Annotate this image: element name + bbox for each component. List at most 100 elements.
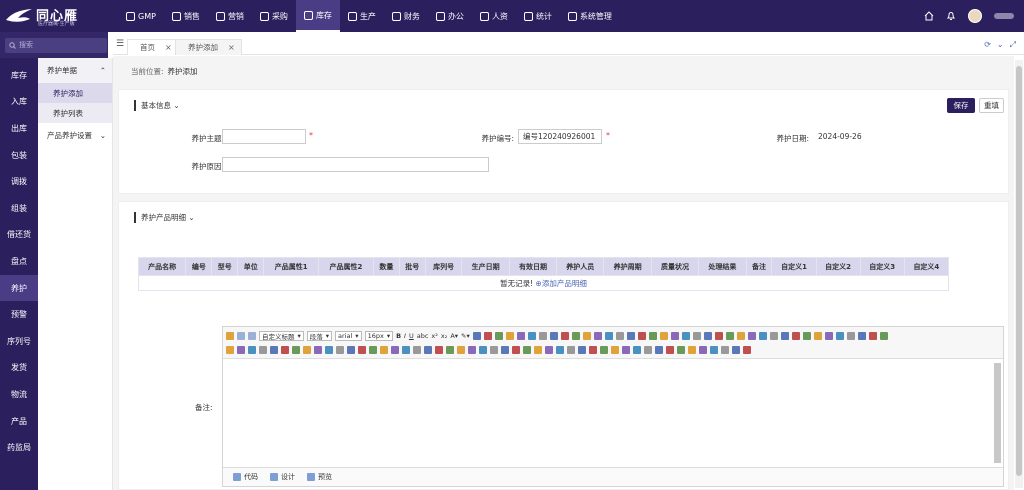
sidebar-item-9[interactable]: 预警 [0, 301, 38, 328]
close-icon[interactable]: × [228, 43, 235, 52]
toolbar-button-icon[interactable] [549, 332, 558, 340]
tab-home[interactable]: 首页 × [127, 39, 179, 55]
toolbar-button-icon[interactable] [868, 332, 877, 340]
nav-item-6[interactable]: 财务 [384, 0, 428, 32]
toolbar-button-icon[interactable] [303, 346, 311, 354]
toolbar-button-icon[interactable] [677, 346, 685, 354]
toolbar-button-icon[interactable] [600, 346, 608, 354]
nav-item-5[interactable]: 生产 [340, 0, 384, 32]
toolbar-button-icon[interactable] [692, 332, 701, 340]
sidebar-item-0[interactable]: 库存 [0, 62, 38, 89]
design-view-button[interactable]: 设计 [270, 472, 295, 482]
toolbar-button-icon[interactable] [666, 346, 674, 354]
sidebar-item-10[interactable]: 序列号 [0, 328, 38, 355]
subnav-group-product-maintenance-settings[interactable]: 产品养护设置 ⌄ [38, 123, 112, 148]
toolbar-button-icon[interactable] [248, 346, 256, 354]
toolbar-button-icon[interactable] [571, 332, 580, 340]
toolbar-button-icon[interactable] [769, 332, 778, 340]
toolbar-button-icon[interactable] [721, 346, 729, 354]
subject-input[interactable] [222, 129, 306, 144]
home-icon[interactable] [924, 11, 934, 21]
nav-item-3[interactable]: 采购 [252, 0, 296, 32]
toolbar-button-icon[interactable] [725, 332, 734, 340]
sidebar-item-5[interactable]: 组装 [0, 195, 38, 222]
username-blurred[interactable] [994, 13, 1014, 19]
toolbar-button-icon[interactable] [259, 346, 267, 354]
nav-item-9[interactable]: 统计 [516, 0, 560, 32]
toolbar-button-icon[interactable] [369, 346, 377, 354]
toolbar-button-icon[interactable] [710, 346, 718, 354]
toolbar-button-icon[interactable] [714, 332, 723, 340]
toolbar-button-icon[interactable] [732, 346, 740, 354]
nav-item-10[interactable]: 系统管理 [560, 0, 620, 32]
toolbar-button-icon[interactable] [846, 332, 855, 340]
editor-body[interactable] [223, 360, 1003, 468]
toolbar-button-icon[interactable] [791, 332, 800, 340]
toolbar-button-icon[interactable] [402, 346, 410, 354]
search-input[interactable]: 搜索 [5, 37, 107, 53]
highlight-icon[interactable]: ✎▾ [461, 332, 470, 340]
toolbar-button-icon[interactable] [688, 346, 696, 354]
toolbar-button-icon[interactable] [446, 346, 454, 354]
nav-item-0[interactable]: GMP [118, 0, 164, 32]
toolbar-button-icon[interactable] [593, 332, 602, 340]
toolbar-button-icon[interactable] [681, 332, 690, 340]
toolbar-button-icon[interactable] [516, 332, 525, 340]
toolbar-button-icon[interactable] [615, 332, 624, 340]
refresh-icon[interactable]: ⟳ [984, 40, 991, 50]
sidebar-item-12[interactable]: 物流 [0, 381, 38, 408]
subnav-group-maintenance-docs[interactable]: 养护单据 ⌃ [38, 58, 112, 83]
toolbar-button-icon[interactable] [670, 332, 679, 340]
editor-scrollbar[interactable] [994, 363, 1001, 463]
toolbar-button-icon[interactable] [281, 346, 289, 354]
toolbar-button-icon[interactable] [435, 346, 443, 354]
sidebar-item-13[interactable]: 产品 [0, 408, 38, 435]
toolbar-button-icon[interactable] [611, 346, 619, 354]
toolbar-button-icon[interactable] [604, 332, 613, 340]
page-scrollbar[interactable] [1015, 60, 1023, 488]
toolbar-button-icon[interactable] [703, 332, 712, 340]
toolbar-button-icon[interactable] [637, 332, 646, 340]
toolbar-button-icon[interactable] [857, 332, 866, 340]
toolbar-button-icon[interactable] [780, 332, 789, 340]
toolbar-button-icon[interactable] [380, 346, 388, 354]
toolbar-button-icon[interactable] [622, 346, 630, 354]
preview-button[interactable]: 预览 [307, 472, 332, 482]
tab-maintenance-add[interactable]: 养护添加 × [175, 39, 242, 55]
toolbar-button-icon[interactable] [644, 346, 652, 354]
toolbar-button-icon[interactable] [523, 346, 531, 354]
toolbar-button-icon[interactable] [413, 346, 421, 354]
nav-item-7[interactable]: 办公 [428, 0, 472, 32]
nav-item-2[interactable]: 营销 [208, 0, 252, 32]
sidebar-item-2[interactable]: 出库 [0, 115, 38, 142]
toolbar-button-icon[interactable] [758, 332, 767, 340]
toolbar-button-icon[interactable] [578, 346, 586, 354]
toolbar-button-icon[interactable] [545, 346, 553, 354]
toolbar-button-icon[interactable] [424, 346, 432, 354]
heading-select[interactable]: 自定义标题 ▾ [259, 331, 304, 341]
bell-icon[interactable] [946, 11, 956, 21]
italic-icon[interactable]: I [404, 332, 406, 340]
code-view-button[interactable]: 代码 [233, 472, 258, 482]
toolbar-button-icon[interactable] [314, 346, 322, 354]
font-size-select[interactable]: 16px ▾ [364, 331, 394, 341]
toolbar-button-icon[interactable] [479, 346, 487, 354]
toolbar-button-icon[interactable] [494, 332, 503, 340]
toolbar-button-icon[interactable] [626, 332, 635, 340]
date-input[interactable]: 2024-09-26 [814, 129, 862, 144]
reset-button[interactable]: 重填 [979, 98, 1004, 113]
toolbar-button-icon[interactable] [501, 346, 509, 354]
strikethrough-icon[interactable]: abc [417, 332, 429, 340]
toolbar-button-icon[interactable] [237, 346, 245, 354]
superscript-icon[interactable]: x² [431, 332, 437, 340]
sidebar-item-14[interactable]: 药监局 [0, 434, 38, 461]
toolbar-button-icon[interactable] [655, 346, 663, 354]
toolbar-button-icon[interactable] [483, 332, 492, 340]
toolbar-button-icon[interactable] [490, 346, 498, 354]
nav-item-8[interactable]: 人资 [472, 0, 516, 32]
redo-icon[interactable] [248, 332, 256, 340]
paragraph-select[interactable]: 段落 ▾ [306, 331, 333, 341]
toolbar-button-icon[interactable] [325, 346, 333, 354]
toolbar-button-icon[interactable] [802, 332, 811, 340]
toolbar-button-icon[interactable] [633, 346, 641, 354]
